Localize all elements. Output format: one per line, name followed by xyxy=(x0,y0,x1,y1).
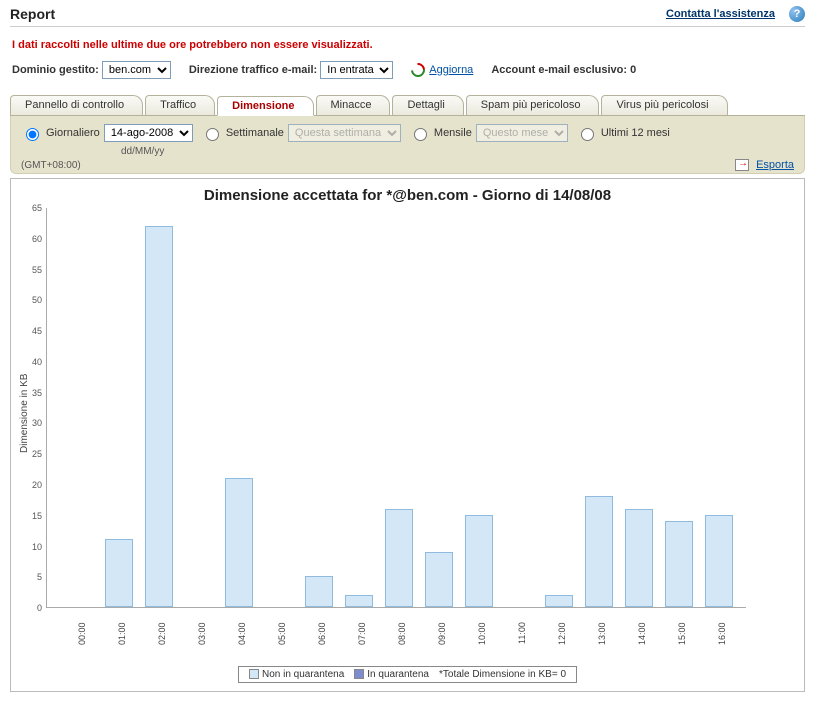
x-tick: 09:00 xyxy=(437,622,465,654)
chart-plot-area xyxy=(46,208,746,608)
bar xyxy=(345,595,373,607)
refresh-link[interactable]: Aggiorna xyxy=(429,64,473,76)
warning-message: I dati raccolti nelle ultime due ore pot… xyxy=(10,35,805,61)
x-tick: 04:00 xyxy=(237,622,265,654)
legend-label-not-quarantined: Non in quarantena xyxy=(262,669,344,680)
y-tick: 35 xyxy=(32,388,42,398)
tab-dimensione[interactable]: Dimensione xyxy=(217,96,313,116)
y-tick: 5 xyxy=(37,572,42,582)
x-tick: 15:00 xyxy=(677,622,705,654)
legend-label-quarantined: In quarantena xyxy=(367,669,429,680)
bar xyxy=(105,539,133,607)
bar xyxy=(145,226,173,608)
support-link[interactable]: Contatta l'assistenza xyxy=(666,8,775,20)
yearly-radio[interactable] xyxy=(581,128,594,141)
bar xyxy=(425,552,453,607)
y-tick: 25 xyxy=(32,449,42,459)
x-tick: 06:00 xyxy=(317,622,345,654)
bar-slot xyxy=(225,478,253,607)
weekly-select[interactable]: Questa settimana xyxy=(288,124,401,142)
y-tick: 10 xyxy=(32,542,42,552)
tab-dettagli[interactable]: Dettagli xyxy=(392,95,463,115)
x-tick: 12:00 xyxy=(557,622,585,654)
bar-slot xyxy=(585,496,613,607)
daily-radio[interactable] xyxy=(26,128,39,141)
exclusive-account-label: Account e-mail esclusivo: 0 xyxy=(491,64,636,76)
bar xyxy=(385,509,413,607)
direction-label: Direzione traffico e-mail: xyxy=(189,64,317,76)
y-tick: 50 xyxy=(32,295,42,305)
export-icon xyxy=(735,159,749,171)
direction-select[interactable]: In entrata xyxy=(320,61,393,79)
x-tick: 07:00 xyxy=(357,622,385,654)
x-tick: 02:00 xyxy=(157,622,185,654)
legend-swatch-quarantined xyxy=(354,669,364,679)
daily-label: Giornaliero xyxy=(46,127,100,139)
bar-slot xyxy=(105,539,133,607)
domain-select[interactable]: ben.com xyxy=(102,61,171,79)
chart-title: Dimensione accettata for *@ben.com - Gio… xyxy=(17,187,798,204)
help-icon[interactable]: ? xyxy=(789,6,805,22)
bar xyxy=(625,509,653,607)
bar-slot xyxy=(705,515,733,607)
y-tick: 40 xyxy=(32,357,42,367)
monthly-select[interactable]: Questo mese xyxy=(476,124,568,142)
tab-virus-pi-pericolosi[interactable]: Virus più pericolosi xyxy=(601,95,727,115)
x-tick: 16:00 xyxy=(717,622,745,654)
timezone-label: (GMT+08:00) xyxy=(21,160,81,171)
bar-slot xyxy=(385,509,413,607)
x-tick: 10:00 xyxy=(477,622,505,654)
y-tick: 0 xyxy=(37,603,42,613)
domain-label: Dominio gestito: xyxy=(12,64,99,76)
legend-swatch-not-quarantined xyxy=(249,669,259,679)
bar xyxy=(705,515,733,607)
bar-slot xyxy=(145,226,173,608)
tab-pannello-di-controllo[interactable]: Pannello di controllo xyxy=(10,95,143,115)
y-axis-label: Dimensione in KB xyxy=(17,208,32,618)
bar-slot xyxy=(425,552,453,607)
monthly-radio[interactable] xyxy=(414,128,427,141)
bar xyxy=(665,521,693,607)
y-tick: 20 xyxy=(32,480,42,490)
x-tick: 00:00 xyxy=(77,622,105,654)
date-format-hint: dd/MM/yy xyxy=(121,142,794,157)
tab-traffico[interactable]: Traffico xyxy=(145,95,215,115)
x-tick: 13:00 xyxy=(597,622,625,654)
chart-legend: Non in quarantena In quarantena *Totale … xyxy=(238,666,577,683)
x-tick: 05:00 xyxy=(277,622,305,654)
yearly-label: Ultimi 12 mesi xyxy=(601,127,670,139)
x-tick: 03:00 xyxy=(197,622,225,654)
bar-slot xyxy=(545,595,573,607)
export-link[interactable]: Esporta xyxy=(756,159,794,171)
bar-slot xyxy=(625,509,653,607)
bar xyxy=(585,496,613,607)
monthly-label: Mensile xyxy=(434,127,472,139)
tab-spam-pi-pericoloso[interactable]: Spam più pericoloso xyxy=(466,95,600,115)
weekly-radio[interactable] xyxy=(206,128,219,141)
bar-slot xyxy=(465,515,493,607)
bar xyxy=(225,478,253,607)
page-title: Report xyxy=(10,6,55,22)
x-tick: 11:00 xyxy=(517,622,545,654)
y-tick: 30 xyxy=(32,418,42,428)
x-tick: 08:00 xyxy=(397,622,425,654)
bar-slot xyxy=(305,576,333,607)
y-tick: 60 xyxy=(32,234,42,244)
x-tick: 14:00 xyxy=(637,622,665,654)
refresh-icon xyxy=(408,60,428,80)
bar xyxy=(545,595,573,607)
y-tick: 45 xyxy=(32,326,42,336)
bar xyxy=(465,515,493,607)
y-tick: 15 xyxy=(32,511,42,521)
bar-slot xyxy=(665,521,693,607)
legend-total-note: *Totale Dimensione in KB= 0 xyxy=(439,669,566,680)
weekly-label: Settimanale xyxy=(226,127,284,139)
y-tick: 65 xyxy=(32,203,42,213)
bar-slot xyxy=(345,595,373,607)
x-tick: 01:00 xyxy=(117,622,145,654)
y-tick: 55 xyxy=(32,265,42,275)
tab-minacce[interactable]: Minacce xyxy=(316,95,391,115)
daily-date-select[interactable]: 14-ago-2008 xyxy=(104,124,193,142)
bar xyxy=(305,576,333,607)
